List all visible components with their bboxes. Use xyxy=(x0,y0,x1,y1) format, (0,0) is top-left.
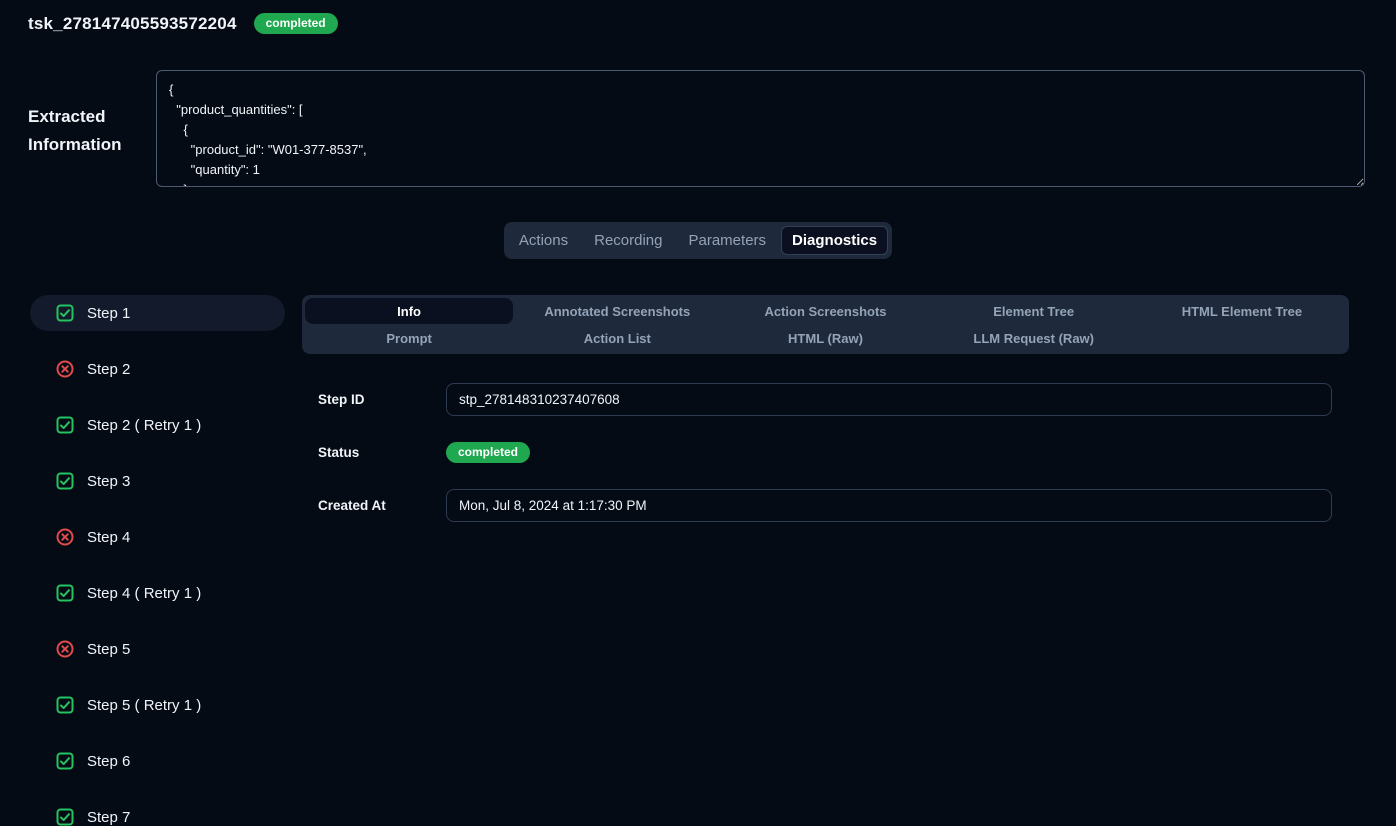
step-list-item-4[interactable]: Step 4 xyxy=(30,519,285,555)
subtab-element-tree[interactable]: Element Tree xyxy=(930,298,1138,324)
status-label: Status xyxy=(318,445,446,460)
subtab-info[interactable]: Info xyxy=(305,298,513,324)
subtab-action-list[interactable]: Action List xyxy=(513,325,721,351)
subtab-annotated-screenshots[interactable]: Annotated Screenshots xyxy=(513,298,721,324)
step-label: Step 6 xyxy=(87,753,130,770)
extracted-information-textarea[interactable]: { "product_quantities": [ { "product_id"… xyxy=(156,70,1365,187)
task-id-title: tsk_278147405593572204 xyxy=(28,14,237,34)
tab-actions[interactable]: Actions xyxy=(508,226,579,255)
status-row: Status completed xyxy=(318,436,1332,469)
diagnostics-sub-tab-bar: Info Annotated Screenshots Action Screen… xyxy=(302,295,1349,354)
step-label: Step 2 xyxy=(87,361,130,378)
step-label: Step 3 xyxy=(87,473,130,490)
task-status-badge: completed xyxy=(254,13,338,34)
step-list-item-1[interactable]: Step 1 xyxy=(30,295,285,331)
main-tab-bar: Actions Recording Parameters Diagnostics xyxy=(504,222,892,259)
checkbox-check-icon xyxy=(56,584,74,602)
diagnostics-panel: Info Annotated Screenshots Action Screen… xyxy=(302,295,1349,826)
step-info-form: Step ID stp_278148310237407608 Status co… xyxy=(302,383,1349,522)
created-at-label: Created At xyxy=(318,498,446,513)
tab-diagnostics[interactable]: Diagnostics xyxy=(781,226,888,255)
page-header: tsk_278147405593572204 completed xyxy=(0,0,1396,34)
checkbox-check-icon xyxy=(56,696,74,714)
step-id-row: Step ID stp_278148310237407608 xyxy=(318,383,1332,416)
step-label: Step 5 ( Retry 1 ) xyxy=(87,697,201,714)
content-area: Step 1 Step 2 Step 2 ( Retry 1 ) Step 3 xyxy=(0,295,1396,826)
circle-x-icon xyxy=(56,360,74,378)
step-id-label: Step ID xyxy=(318,392,446,407)
checkbox-check-icon xyxy=(56,304,74,322)
step-list-item-2-retry-1[interactable]: Step 2 ( Retry 1 ) xyxy=(30,407,285,443)
step-label: Step 4 ( Retry 1 ) xyxy=(87,585,201,602)
subtab-action-screenshots[interactable]: Action Screenshots xyxy=(721,298,929,324)
step-status-badge: completed xyxy=(446,442,530,463)
step-list-item-7[interactable]: Step 7 xyxy=(30,799,285,826)
tab-parameters[interactable]: Parameters xyxy=(678,226,778,255)
step-label: Step 5 xyxy=(87,641,130,658)
circle-x-icon xyxy=(56,640,74,658)
step-label: Step 2 ( Retry 1 ) xyxy=(87,417,201,434)
step-list-item-5[interactable]: Step 5 xyxy=(30,631,285,667)
extracted-information-label: Extracted Information xyxy=(28,70,156,187)
step-list-item-5-retry-1[interactable]: Step 5 ( Retry 1 ) xyxy=(30,687,285,723)
subtab-html-element-tree[interactable]: HTML Element Tree xyxy=(1138,298,1346,324)
step-list: Step 1 Step 2 Step 2 ( Retry 1 ) Step 3 xyxy=(30,295,285,826)
step-label: Step 4 xyxy=(87,529,130,546)
created-at-input[interactable]: Mon, Jul 8, 2024 at 1:17:30 PM xyxy=(446,489,1332,522)
subtab-prompt[interactable]: Prompt xyxy=(305,325,513,351)
subtab-html-raw[interactable]: HTML (Raw) xyxy=(721,325,929,351)
step-label: Step 7 xyxy=(87,809,130,826)
subtab-llm-request-raw[interactable]: LLM Request (Raw) xyxy=(930,325,1138,351)
step-list-item-6[interactable]: Step 6 xyxy=(30,743,285,779)
subtab-spacer xyxy=(1138,325,1346,351)
checkbox-check-icon xyxy=(56,752,74,770)
created-at-row: Created At Mon, Jul 8, 2024 at 1:17:30 P… xyxy=(318,489,1332,522)
step-id-input[interactable]: stp_278148310237407608 xyxy=(446,383,1332,416)
checkbox-check-icon xyxy=(56,416,74,434)
checkbox-check-icon xyxy=(56,808,74,826)
step-list-item-3[interactable]: Step 3 xyxy=(30,463,285,499)
step-label: Step 1 xyxy=(87,305,130,322)
step-list-item-4-retry-1[interactable]: Step 4 ( Retry 1 ) xyxy=(30,575,285,611)
tab-recording[interactable]: Recording xyxy=(583,226,673,255)
circle-x-icon xyxy=(56,528,74,546)
step-list-item-2[interactable]: Step 2 xyxy=(30,351,285,387)
checkbox-check-icon xyxy=(56,472,74,490)
extracted-information-section: Extracted Information { "product_quantit… xyxy=(0,70,1396,187)
